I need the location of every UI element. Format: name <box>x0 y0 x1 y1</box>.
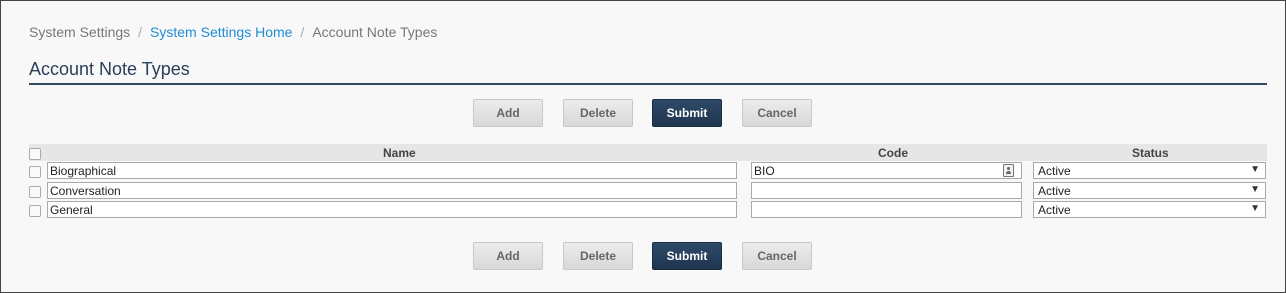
chevron-down-icon: ▼ <box>1250 203 1260 214</box>
row-checkbox[interactable] <box>29 185 41 198</box>
table-row: General Active ▼ <box>29 200 1267 220</box>
delete-button[interactable]: Delete <box>563 242 633 270</box>
breadcrumb: System Settings / System Settings Home / Acc… <box>29 24 437 40</box>
name-input[interactable]: Conversation <box>47 181 737 199</box>
page-frame: System Settings / System Settings Home / Acc… <box>0 0 1286 293</box>
submit-button[interactable]: Submit <box>652 242 722 270</box>
contact-card-icon[interactable] <box>1003 164 1014 177</box>
table-header: Name Code Status <box>29 144 1267 161</box>
delete-button[interactable]: Delete <box>563 99 633 127</box>
table-row: Conversation Active ▼ <box>29 181 1267 201</box>
code-value: BIO <box>754 164 775 178</box>
cancel-button[interactable]: Cancel <box>742 242 812 270</box>
status-value: Active <box>1038 183 1071 198</box>
breadcrumb-current: Account Note Types <box>312 24 438 40</box>
title-divider <box>29 83 1267 85</box>
code-column-header: Code <box>878 146 908 160</box>
note-types-table: Name Code Status Biographical BIO Active… <box>29 144 1267 220</box>
code-input[interactable]: BIO <box>751 162 1022 179</box>
status-column-header: Status <box>1132 146 1169 160</box>
name-input[interactable]: Biographical <box>47 162 737 179</box>
status-value: Active <box>1038 203 1071 217</box>
status-select[interactable]: Active ▼ <box>1033 181 1266 199</box>
page-title: Account Note Types <box>29 59 190 79</box>
code-input[interactable] <box>751 181 1022 199</box>
status-select[interactable]: Active ▼ <box>1033 162 1266 179</box>
chevron-down-icon: ▼ <box>1250 164 1260 175</box>
table-row: Biographical BIO Active ▼ <box>29 161 1267 181</box>
breadcrumb-separator: / <box>138 24 143 40</box>
breadcrumb-system-settings[interactable]: System Settings <box>29 24 130 40</box>
name-column-header: Name <box>383 146 416 160</box>
top-button-row: Add Delete Submit Cancel <box>1 99 1286 127</box>
add-button[interactable]: Add <box>473 99 543 127</box>
submit-button[interactable]: Submit <box>652 99 722 127</box>
bottom-button-row: Add Delete Submit Cancel <box>1 242 1286 270</box>
select-all-checkbox[interactable] <box>29 148 41 160</box>
status-select[interactable]: Active ▼ <box>1033 201 1266 218</box>
chevron-down-icon: ▼ <box>1250 183 1260 195</box>
row-checkbox[interactable] <box>29 166 41 178</box>
add-button[interactable]: Add <box>473 242 543 270</box>
breadcrumb-system-settings-home[interactable]: System Settings Home <box>150 24 292 40</box>
code-input[interactable] <box>751 201 1022 218</box>
row-checkbox[interactable] <box>29 205 41 217</box>
name-input[interactable]: General <box>47 201 737 218</box>
breadcrumb-separator: / <box>300 24 305 40</box>
cancel-button[interactable]: Cancel <box>742 99 812 127</box>
status-value: Active <box>1038 164 1071 178</box>
